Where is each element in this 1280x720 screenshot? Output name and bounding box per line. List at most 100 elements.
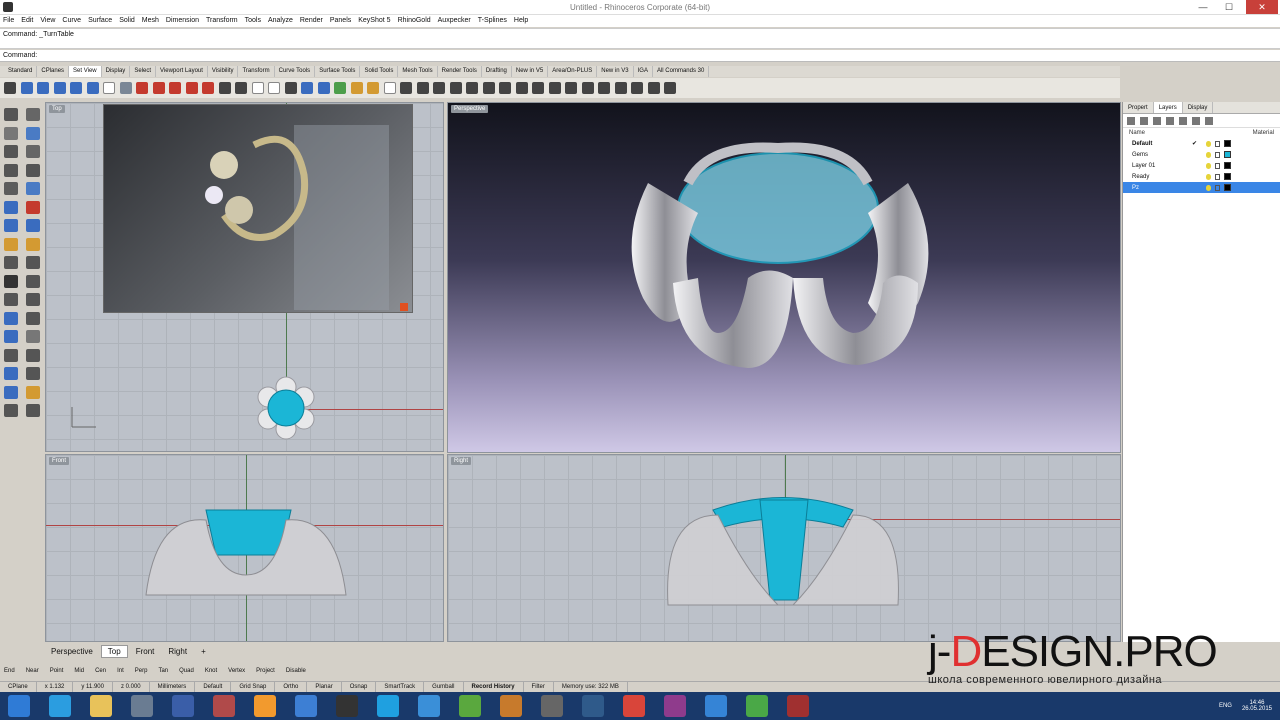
- layer-color-swatch[interactable]: [1224, 184, 1231, 191]
- maximize-button[interactable]: ☐: [1216, 0, 1242, 14]
- toolbar-tab[interactable]: CPlanes: [37, 66, 70, 77]
- osnap-checkbox[interactable]: Mid: [74, 668, 84, 674]
- toolbar-tool-icon[interactable]: [317, 82, 330, 94]
- menu-item[interactable]: RhinoGold: [398, 15, 431, 27]
- lock-icon[interactable]: [1215, 184, 1220, 191]
- chrome-icon[interactable]: [623, 695, 645, 717]
- panel-tab[interactable]: Propert: [1123, 102, 1154, 113]
- column-name[interactable]: Name: [1129, 130, 1145, 136]
- menu-item[interactable]: Curve: [62, 15, 81, 27]
- app-icon[interactable]: [705, 695, 727, 717]
- toolbar-tool-icon[interactable]: [218, 82, 231, 94]
- tool-icon[interactable]: [26, 293, 40, 306]
- new-layer-icon[interactable]: [1127, 116, 1135, 125]
- ie-icon[interactable]: [49, 695, 71, 717]
- tool-icon[interactable]: [4, 330, 18, 343]
- toolbar-tool-icon[interactable]: [350, 82, 363, 94]
- app-icon[interactable]: [541, 695, 563, 717]
- command-input[interactable]: Command:: [0, 50, 1280, 62]
- tool-icon[interactable]: [26, 182, 40, 195]
- toolbar-tool-icon[interactable]: [499, 82, 511, 94]
- tool-icon[interactable]: [26, 237, 40, 251]
- toolbar-tool-icon[interactable]: [284, 82, 297, 94]
- tool-icon[interactable]: [4, 367, 18, 380]
- osnap-checkbox[interactable]: Perp: [135, 668, 148, 674]
- menu-item[interactable]: Panels: [330, 15, 351, 27]
- tool-icon[interactable]: [26, 385, 40, 399]
- toolbar-tool-icon[interactable]: [70, 82, 82, 94]
- layer-row[interactable]: Ready: [1123, 171, 1280, 182]
- menu-item[interactable]: Edit: [21, 15, 33, 27]
- app-icon[interactable]: [459, 695, 481, 717]
- close-button[interactable]: ✕: [1246, 0, 1278, 14]
- viewport-tab[interactable]: Right: [162, 646, 193, 657]
- toolbar-tab[interactable]: Drafting: [482, 66, 512, 77]
- layer-row[interactable]: Pz: [1123, 182, 1280, 193]
- layer-row[interactable]: Gems: [1123, 149, 1280, 160]
- lock-icon[interactable]: [1215, 151, 1220, 158]
- menu-item[interactable]: T-Splines: [478, 15, 507, 27]
- tray-date[interactable]: 26.05.2015: [1242, 706, 1272, 712]
- chrome-icon[interactable]: [746, 695, 768, 717]
- visibility-bulb-icon[interactable]: [1206, 184, 1211, 191]
- tools-icon[interactable]: [1205, 116, 1213, 125]
- rhino-icon[interactable]: [336, 695, 358, 717]
- toolbar-tool-icon[interactable]: [4, 82, 16, 94]
- calculator-icon[interactable]: [131, 695, 153, 717]
- lock-icon[interactable]: [1215, 162, 1220, 169]
- tool-icon[interactable]: [4, 348, 18, 362]
- layer-color-swatch[interactable]: [1224, 140, 1231, 147]
- tool-icon[interactable]: [4, 182, 18, 195]
- grid-snap-toggle[interactable]: Grid Snap: [231, 682, 276, 692]
- tool-icon[interactable]: [4, 126, 18, 140]
- toolbar-tool-icon[interactable]: [86, 82, 99, 94]
- viewport-tab[interactable]: Perspective: [45, 646, 99, 657]
- menu-item[interactable]: Surface: [88, 15, 112, 27]
- toolbar-tab[interactable]: Surface Tools: [315, 66, 361, 77]
- toolbar-tool-icon[interactable]: [103, 82, 115, 94]
- app-icon[interactable]: [295, 695, 317, 717]
- tool-icon[interactable]: [26, 145, 40, 158]
- toolbar-tool-icon[interactable]: [169, 82, 181, 94]
- menu-item[interactable]: Transform: [206, 15, 238, 27]
- toolbar-tool-icon[interactable]: [449, 82, 462, 94]
- toolbar-tool-icon[interactable]: [37, 82, 49, 94]
- osnap-checkbox[interactable]: Vertex: [228, 668, 245, 674]
- tool-icon[interactable]: [26, 126, 40, 140]
- current-layer-check[interactable]: ✔: [1192, 140, 1202, 147]
- toolbar-tool-icon[interactable]: [647, 82, 660, 94]
- delete-layer-icon[interactable]: [1153, 116, 1161, 125]
- toolbar-tab[interactable]: Render Tools: [438, 66, 482, 77]
- toolbar-tab[interactable]: Area/On-PLUS: [548, 66, 598, 77]
- viewport-tab[interactable]: Top: [100, 645, 128, 658]
- osnap-toggle[interactable]: Osnap: [342, 682, 377, 692]
- menu-item[interactable]: Help: [514, 15, 528, 27]
- toolbar-tool-icon[interactable]: [466, 82, 478, 94]
- lock-icon[interactable]: [1215, 140, 1220, 147]
- app-icon[interactable]: [213, 695, 235, 717]
- menu-item[interactable]: Mesh: [142, 15, 159, 27]
- toolbar-tool-icon[interactable]: [416, 82, 429, 94]
- panel-tab[interactable]: Layers: [1153, 102, 1183, 113]
- osnap-checkbox[interactable]: Quad: [179, 668, 194, 674]
- explorer-icon[interactable]: [90, 695, 112, 717]
- tool-icon[interactable]: [4, 274, 18, 288]
- tool-icon[interactable]: [4, 200, 18, 214]
- tool-icon[interactable]: [26, 108, 40, 121]
- toolbar-tool-icon[interactable]: [532, 82, 544, 94]
- toolbar-tool-icon[interactable]: [301, 82, 313, 94]
- menu-item[interactable]: Analyze: [268, 15, 293, 27]
- move-up-icon[interactable]: [1166, 116, 1174, 125]
- toolbar-tool-icon[interactable]: [136, 82, 148, 94]
- toolbar-tool-icon[interactable]: [482, 82, 495, 94]
- record-history-toggle[interactable]: Record History: [464, 682, 524, 692]
- ortho-toggle[interactable]: Ortho: [275, 682, 308, 692]
- new-sublayer-icon[interactable]: [1140, 116, 1148, 125]
- app-icon[interactable]: [664, 695, 686, 717]
- viewport-tab[interactable]: Front: [130, 646, 161, 657]
- toolbar-tab[interactable]: Visibility: [208, 66, 239, 77]
- toolbar-tool-icon[interactable]: [614, 82, 627, 94]
- toolbar-tool-icon[interactable]: [565, 82, 577, 94]
- menu-item[interactable]: View: [40, 15, 55, 27]
- toolbar-tab[interactable]: Display: [102, 66, 131, 77]
